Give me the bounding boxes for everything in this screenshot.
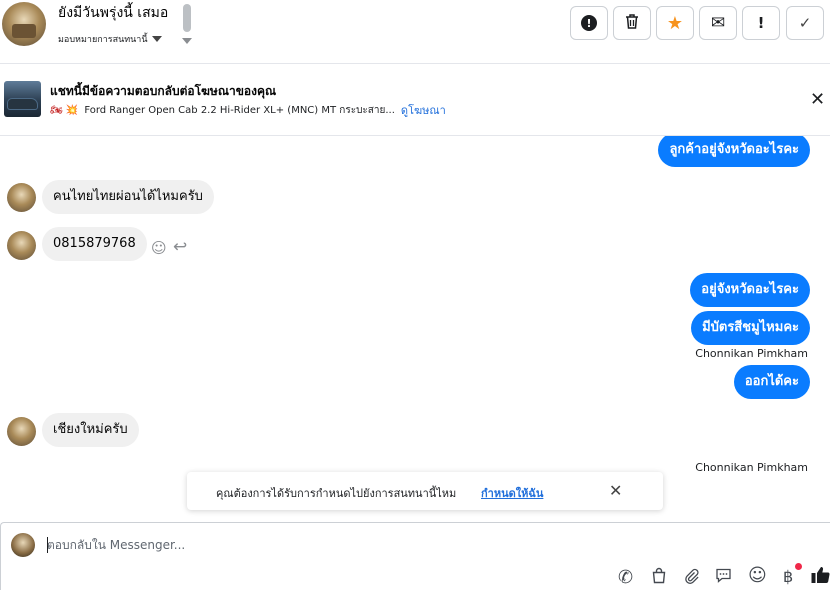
star-icon: ★ [666, 12, 684, 34]
mark-unread-button[interactable]: ✉ [699, 6, 737, 40]
ad-details: 🏍 💥 Ford Ranger Open Cab 2.2 Hi-Rider XL… [50, 101, 446, 119]
notification-dot [795, 563, 802, 570]
header-scrollbar[interactable] [182, 2, 192, 46]
message-outgoing[interactable]: มีบัตรสีชมูไหมคะ [691, 311, 810, 345]
scroll-down-arrow-icon[interactable] [182, 38, 192, 44]
trash-icon [624, 13, 640, 34]
message-incoming[interactable]: คนไทยไทยผ่อนได้ไหมครับ [42, 180, 214, 214]
delete-button[interactable] [613, 6, 651, 40]
assign-prompt-toast: คุณต้องการได้รับการกำหนดไปยังการสนทนานี้… [187, 472, 663, 510]
thumbs-up-icon[interactable] [811, 566, 830, 589]
message-thread[interactable]: ลูกค้าอยู่จังหวัดอะไรคะ คนไทยไทยผ่อนได้ไ… [0, 136, 830, 522]
view-ad-link[interactable]: ดูโฆษณา [401, 101, 446, 119]
contact-avatar[interactable] [2, 2, 46, 46]
contact-name[interactable]: ยังมีวันพรุ่งนี้ เสมอ [58, 2, 168, 24]
report-button[interactable]: ! [570, 6, 608, 40]
sender-name: Chonnikan Pimkham [695, 347, 808, 360]
close-icon[interactable]: ✕ [609, 481, 622, 500]
ad-thumbnail[interactable] [4, 81, 41, 117]
message-incoming[interactable]: 0815879768 [42, 227, 147, 261]
message-outgoing[interactable]: ออกได้คะ [733, 365, 810, 399]
contact-avatar-small[interactable] [7, 183, 36, 212]
checkmark-icon: ✓ [798, 14, 812, 32]
alert-circle-icon: ! [581, 15, 597, 31]
reply-input[interactable] [47, 533, 747, 557]
spam-button[interactable]: ! [742, 6, 780, 40]
react-emoji-icon[interactable]: ☺ [151, 239, 167, 257]
close-icon[interactable]: ✕ [810, 89, 825, 110]
ad-text: Ford Ranger Open Cab 2.2 Hi-Rider XL+ (M… [84, 104, 395, 116]
shopping-bag-icon[interactable] [651, 567, 667, 588]
exclamation-icon: ! [757, 14, 765, 32]
message-incoming[interactable]: เชียงใหม่ครับ [42, 413, 139, 447]
phone-plus-icon[interactable]: ✆ [618, 567, 633, 588]
scrollbar-thumb[interactable] [183, 4, 191, 32]
ad-reply-banner: แชทนี้มีข้อความตอบกลับต่อโฆษณาของคุณ 🏍 💥… [0, 64, 830, 136]
assign-conversation-dropdown[interactable]: มอบหมายการสนทนานี้ [58, 32, 162, 46]
envelope-icon: ✉ [710, 13, 726, 33]
ad-banner-title: แชทนี้มีข้อความตอบกลับต่อโฆษณาของคุณ [50, 84, 277, 98]
contact-avatar-small[interactable] [7, 231, 36, 260]
mark-done-button[interactable]: ✓ [786, 6, 824, 40]
chevron-down-icon [151, 36, 162, 42]
payment-icon[interactable]: ฿ [783, 567, 793, 586]
star-button[interactable]: ★ [656, 6, 694, 40]
message-composer: ✆ ☺ ฿ [0, 522, 830, 590]
sender-name: Chonnikan Pimkham [695, 461, 808, 474]
ad-tag-icons: 🏍 💥 [50, 104, 79, 116]
assign-prompt-text: คุณต้องการได้รับการกำหนดไปยังการสนทนานี้… [216, 487, 457, 500]
message-outgoing[interactable]: อยู่จังหวัดอะไรคะ [690, 273, 810, 307]
reply-arrow-icon[interactable]: ↩ [173, 237, 187, 257]
page-avatar [11, 533, 35, 557]
paperclip-icon[interactable] [683, 567, 700, 588]
conversation-header: ยังมีวันพรุ่งนี้ เสมอ มอบหมายการสนทนานี้… [0, 0, 830, 64]
saved-replies-icon[interactable] [715, 567, 732, 588]
message-outgoing[interactable]: ลูกค้าอยู่จังหวัดอะไรคะ [658, 136, 810, 167]
emoji-icon[interactable]: ☺ [748, 565, 767, 586]
assign-to-me-link[interactable]: กำหนดให้ฉัน [481, 484, 543, 502]
assign-label: มอบหมายการสนทนานี้ [58, 35, 148, 45]
contact-avatar-small[interactable] [7, 417, 36, 446]
